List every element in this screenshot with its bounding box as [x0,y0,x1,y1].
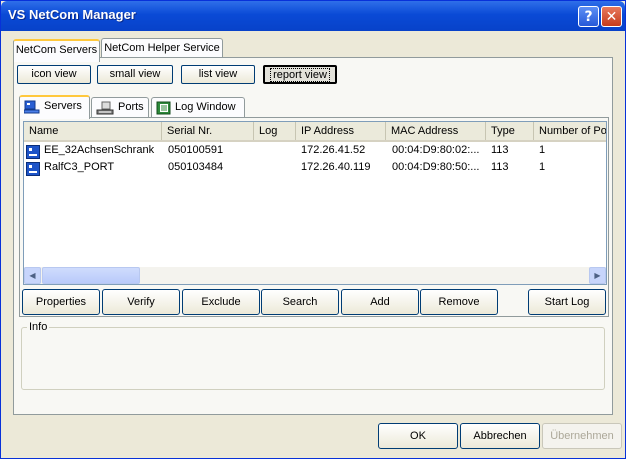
tab-label: Servers [44,100,82,112]
title-bar[interactable]: VS NetCom Manager ? ✕ [1,1,625,31]
search-button[interactable]: Search [261,289,339,315]
help-icon: ? [584,9,593,25]
horizontal-scrollbar[interactable]: ◀ ▶ [24,267,606,284]
button-label: Exclude [201,296,241,308]
small-view-button[interactable]: small view [97,65,173,84]
cell-mac: 00:04:D9:80:02:... [392,144,480,156]
arrow-left-icon: ◀ [29,271,36,280]
button-label: OK [410,430,426,442]
cell-ip: 172.26.41.52 [301,144,366,156]
tab-servers[interactable]: Servers [19,95,90,119]
ports-icon [96,101,114,118]
close-icon: ✕ [605,9,618,25]
cell-serial: 050103484 [168,161,224,173]
column-header-ports[interactable]: Number of Por [534,122,606,140]
remove-button[interactable]: Remove [420,289,498,315]
column-header-serial[interactable]: Serial Nr. [162,122,254,140]
scrollbar-thumb[interactable] [42,267,140,284]
window-title: VS NetCom Manager [8,7,136,22]
list-header: Name Serial Nr. Log IP Address MAC Addre… [24,122,606,142]
table-row[interactable]: RalfC3_PORT 050103484 172.26.40.119 00:0… [24,160,606,176]
column-header-type[interactable]: Type [486,122,534,140]
tab-netcom-helper-service[interactable]: NetCom Helper Service [101,38,223,58]
column-header-mac[interactable]: MAC Address [386,122,486,140]
cell-name: EE_32AchsenSchrank [44,144,155,156]
button-label: icon view [31,68,77,80]
cell-name: RalfC3_PORT [44,161,115,173]
button-label: small view [109,68,161,80]
column-header-name[interactable]: Name [24,122,162,140]
add-button[interactable]: Add [341,289,419,315]
log-window-icon [156,101,171,118]
list-view-button[interactable]: list view [181,65,255,84]
scroll-right-button[interactable]: ▶ [589,267,606,284]
main-window: VS NetCom Manager ? ✕ NetCom Servers Net… [0,0,626,459]
button-label: Add [370,296,390,308]
report-view-button[interactable]: report view [263,65,337,84]
scroll-left-button[interactable]: ◀ [24,267,41,284]
button-label: Start Log [544,296,590,308]
properties-button[interactable]: Properties [22,289,100,315]
exclude-button[interactable]: Exclude [182,289,260,315]
start-log-button[interactable]: Start Log [528,289,606,315]
servers-icon [23,100,40,117]
info-label: Info [27,321,50,333]
button-label: Verify [127,296,155,308]
arrow-right-icon: ▶ [594,271,601,280]
column-header-log[interactable]: Log [254,122,296,140]
cell-ports: 1 [539,144,546,156]
button-label: list view [198,68,238,80]
column-header-ip[interactable]: IP Address [296,122,386,140]
tab-label: NetCom Servers [15,44,98,56]
tab-label: Ports [118,101,144,113]
tab-netcom-servers[interactable]: NetCom Servers [13,39,100,62]
tab-log-window[interactable]: Log Window [151,97,245,118]
cancel-button[interactable]: Abbrechen [460,423,540,449]
cell-ip: 172.26.40.119 [301,161,371,173]
info-group [21,327,605,390]
close-button[interactable]: ✕ [601,6,622,27]
cell-type: 113 [491,161,509,173]
verify-button[interactable]: Verify [102,289,180,315]
button-label: report view [270,68,330,82]
button-label: Properties [35,296,87,308]
cell-type: 113 [491,144,509,156]
button-label: Search [282,296,318,308]
cell-mac: 00:04:D9:80:50:... [392,161,480,173]
button-label: Remove [438,296,480,308]
help-button[interactable]: ? [578,6,599,27]
table-row[interactable]: EE_32AchsenSchrank 050100591 172.26.41.5… [24,143,606,159]
button-label: Abbrechen [473,430,527,442]
cell-ports: 1 [539,161,546,173]
tab-label: Log Window [175,101,236,113]
tab-label: NetCom Helper Service [104,42,220,54]
button-label: Übernehmen [550,430,614,442]
apply-button[interactable]: Übernehmen [542,423,622,449]
tab-ports[interactable]: Ports [91,97,149,118]
cell-serial: 050100591 [168,144,224,156]
icon-view-button[interactable]: icon view [17,65,91,84]
servers-list[interactable]: Name Serial Nr. Log IP Address MAC Addre… [23,121,607,285]
ok-button[interactable]: OK [378,423,458,449]
